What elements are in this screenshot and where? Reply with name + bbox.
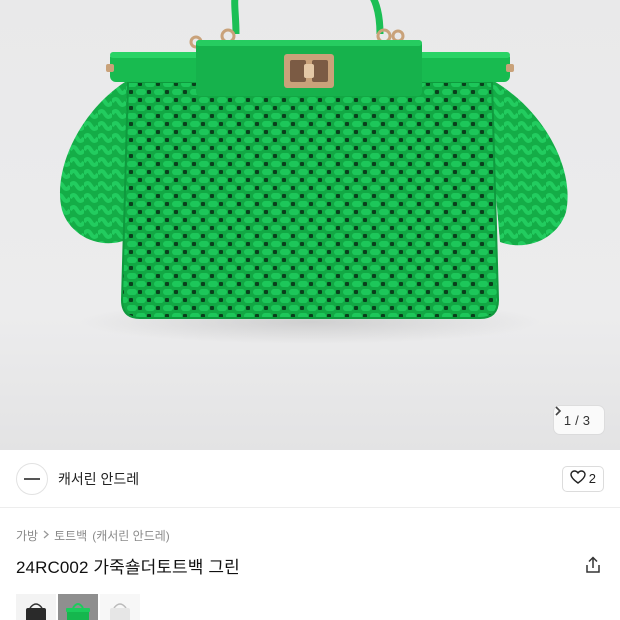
brand-logo-icon[interactable]: [16, 462, 48, 495]
image-pager[interactable]: 1 / 3: [553, 406, 604, 434]
thumbnail-strip: [16, 594, 140, 620]
thumbnail-green-bag[interactable]: [58, 594, 98, 620]
chevron-right-icon: [43, 530, 50, 542]
thumbnail-black-bag[interactable]: [16, 594, 56, 620]
like-button[interactable]: 2: [561, 465, 604, 492]
pager-total: 3: [582, 412, 590, 428]
breadcrumb-item-bags[interactable]: 가방: [16, 527, 38, 544]
breadcrumb-item-brand[interactable]: (캐서린 안드레): [92, 527, 170, 544]
pager-current: 1: [563, 412, 572, 428]
brand-name[interactable]: 캐서린 안드레: [58, 469, 139, 489]
product-image[interactable]: 1 / 3: [0, 0, 620, 450]
breadcrumb: 가방 토트백 (캐서린 안드레): [16, 527, 170, 544]
brand-row: 캐서린 안드레 2: [0, 450, 620, 508]
heart-icon: [570, 470, 586, 487]
like-count: 2: [588, 471, 596, 486]
thumbnail-white-bag[interactable]: [100, 594, 140, 620]
product-title: 24RC002 가죽숄더토트백 그린: [16, 557, 240, 577]
green-woven-handbag-image: [59, 0, 568, 344]
product-title-row: 24RC002 가죽숄더토트백 그린: [16, 552, 604, 578]
breadcrumb-item-tote[interactable]: 토트백: [54, 527, 87, 544]
pager-separator: /: [575, 412, 579, 428]
share-icon[interactable]: [582, 554, 604, 576]
